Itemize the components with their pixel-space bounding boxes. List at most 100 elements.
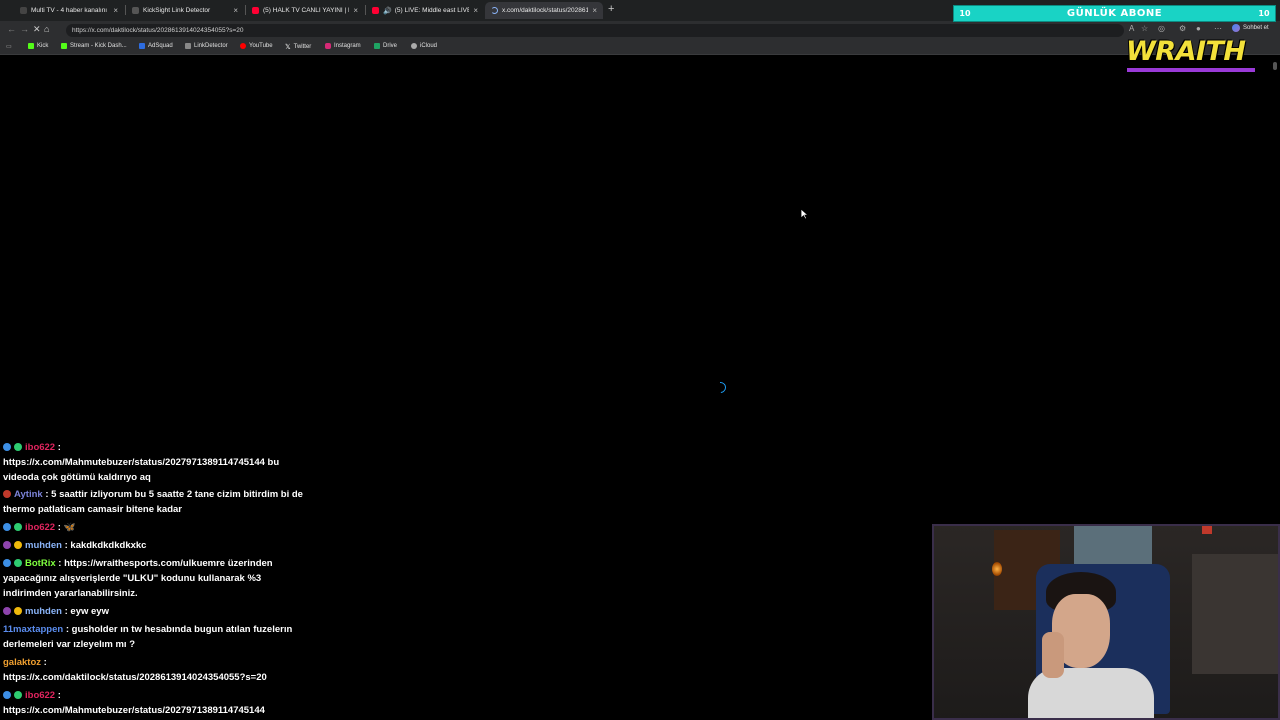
tab-multitv[interactable]: Multi TV - 4 haber kanalını aynı an × (14, 2, 124, 19)
address-bar[interactable]: https://x.com/daktilock/status/202861391… (66, 24, 1124, 37)
sub-count-right: 10 (1258, 9, 1270, 18)
drive-icon (374, 43, 380, 49)
bookmark-label: YouTube (249, 43, 273, 49)
kicksight-icon (132, 7, 139, 14)
badge-icon (14, 559, 22, 567)
chat-text: https://x.com/daktilock/status/202861391… (3, 672, 267, 683)
close-icon[interactable]: × (113, 6, 118, 15)
url-text: https://x.com/daktilock/status/202861391… (72, 27, 244, 34)
chat-message: muhden : kakdkdkdkdkxkc (3, 538, 303, 553)
logo-text: WRAITH (1126, 36, 1246, 67)
badge-icon (14, 541, 22, 549)
sub-count-left: 10 (959, 9, 971, 18)
logo-underline (1127, 68, 1255, 72)
chat-username: BotRix (25, 558, 56, 569)
chat-message: galaktoz : https://x.com/daktilock/statu… (3, 657, 267, 683)
chat-message: 11maxtappen : gusholder ın tw hesabında … (3, 624, 293, 650)
chat-message: BotRix : https://wraithesports.com/ulkue… (3, 558, 273, 599)
scrollbar-thumb[interactable] (1273, 62, 1277, 70)
close-icon[interactable]: × (233, 6, 238, 15)
chat-message: muhden : eyw eyw (3, 604, 303, 619)
badge-icon (3, 691, 11, 699)
bookmark-twitter[interactable]: 𝕏 Twitter (285, 43, 311, 51)
tab-middle-east-live[interactable]: 🔊 (5) LIVE: Middle east LIVE HD × (366, 2, 484, 19)
bookmark-label: Stream - Kick Dash... (70, 43, 127, 49)
bookmark-adsquad[interactable]: AdSquad (139, 43, 173, 49)
bookmark-youtube[interactable]: YouTube (240, 43, 273, 49)
badge-icon (14, 523, 22, 531)
chat-username: 11maxtappen (3, 624, 64, 635)
menu-icon[interactable]: ⋯ (1214, 24, 1222, 33)
new-tab-button[interactable]: + (608, 3, 614, 15)
bookmark-icloud[interactable]: iCloud (411, 43, 437, 49)
multitv-icon (20, 7, 27, 14)
home-icon[interactable]: ⌂ (44, 24, 49, 34)
extension-icon[interactable]: ⚙ (1179, 24, 1186, 33)
chat-text: https://x.com/Mahmutebuzer/status/202797… (3, 457, 280, 483)
bookmark-label: iCloud (420, 43, 438, 49)
stop-icon[interactable]: ✕ (33, 24, 41, 35)
badge-icon (3, 523, 11, 531)
tab-x-status[interactable]: x.com/daktilock/status/20286139 × (485, 2, 603, 19)
tab-halktv[interactable]: (5) HALK TV CANLI YAYINI | FULL × (246, 2, 364, 19)
adsquad-icon (139, 43, 145, 49)
bookmark-star-icon[interactable]: ☆ (1141, 24, 1148, 33)
chat-message: ibo622 : https://x.com/Mahmutebuzer/stat… (3, 690, 265, 716)
chat-username: muhden (25, 540, 62, 551)
icloud-icon (411, 43, 417, 49)
badge-icon (3, 490, 11, 498)
translate-icon[interactable]: A (1129, 24, 1134, 33)
instagram-icon (325, 43, 331, 49)
close-icon[interactable]: × (353, 6, 358, 15)
tab-title: (5) HALK TV CANLI YAYINI | FULL (263, 7, 349, 14)
tab-title: (5) LIVE: Middle east LIVE HD (394, 7, 470, 14)
badge-icon (3, 559, 11, 567)
apps-icon[interactable]: ▭ (6, 43, 12, 50)
bookmark-drive[interactable]: Drive (374, 43, 397, 49)
forward-icon[interactable]: → (20, 24, 29, 34)
chat-button[interactable]: Sohbet et (1232, 24, 1269, 32)
bookmark-label: Drive (383, 43, 398, 49)
extension-icon[interactable]: ◎ (1158, 24, 1165, 33)
webcam-feed (932, 524, 1280, 720)
chat-username: galaktoz (3, 657, 42, 668)
wraith-logo: WRAITH (1126, 36, 1256, 76)
chat-text: kakdkdkdkdkxkc (70, 540, 147, 551)
bookmark-kick-dashboard[interactable]: Stream - Kick Dash... (61, 43, 127, 49)
chat-text: 🦋 (63, 522, 76, 533)
x-logo-icon: 𝕏 (285, 44, 291, 51)
tab-title: Multi TV - 4 haber kanalını aynı an (31, 7, 109, 14)
chat-message: ibo622 : https://x.com/Mahmutebuzer/stat… (3, 442, 280, 483)
youtube-icon (240, 43, 246, 49)
chat-username: ibo622 (25, 442, 56, 453)
bookmark-label: Kick (37, 43, 49, 49)
loading-icon (491, 7, 498, 14)
tab-title: KickSight Link Detector (143, 7, 211, 14)
bookmark-label: LinkDetector (194, 43, 228, 49)
tab-title: x.com/daktilock/status/20286139 (502, 7, 589, 14)
back-icon[interactable]: ← (7, 24, 16, 34)
chat-username: ibo622 (25, 522, 56, 533)
close-icon[interactable]: × (592, 6, 597, 15)
badge-icon (14, 691, 22, 699)
kick-icon (61, 43, 67, 49)
bookmark-label: Instagram (334, 43, 361, 49)
speaker-icon[interactable]: 🔊 (383, 7, 392, 15)
daily-subscribers-bar: 10 GÜNLÜK ABONE 10 (953, 5, 1276, 22)
close-icon[interactable]: × (473, 6, 478, 15)
kick-icon (28, 43, 34, 49)
chat-text: https://x.com/Mahmutebuzer/status/202797… (3, 705, 265, 716)
tab-kicksight[interactable]: KickSight Link Detector × (126, 2, 244, 19)
chat-button-label: Sohbet et (1243, 25, 1269, 31)
bookmarks-bar: ▭ Kick Stream - Kick Dash... AdSquad Lin… (0, 40, 1280, 55)
chat-text: eyw eyw (70, 606, 109, 617)
badge-icon (3, 541, 11, 549)
profile-icon[interactable]: ● (1196, 24, 1201, 33)
gemini-icon (1232, 24, 1240, 32)
chat-username: muhden (25, 606, 62, 617)
badge-icon (3, 607, 11, 615)
bookmark-linkdetector[interactable]: LinkDetector (185, 43, 228, 49)
youtube-icon (252, 7, 259, 14)
bookmark-kick[interactable]: Kick (28, 43, 48, 49)
bookmark-instagram[interactable]: Instagram (325, 43, 361, 49)
